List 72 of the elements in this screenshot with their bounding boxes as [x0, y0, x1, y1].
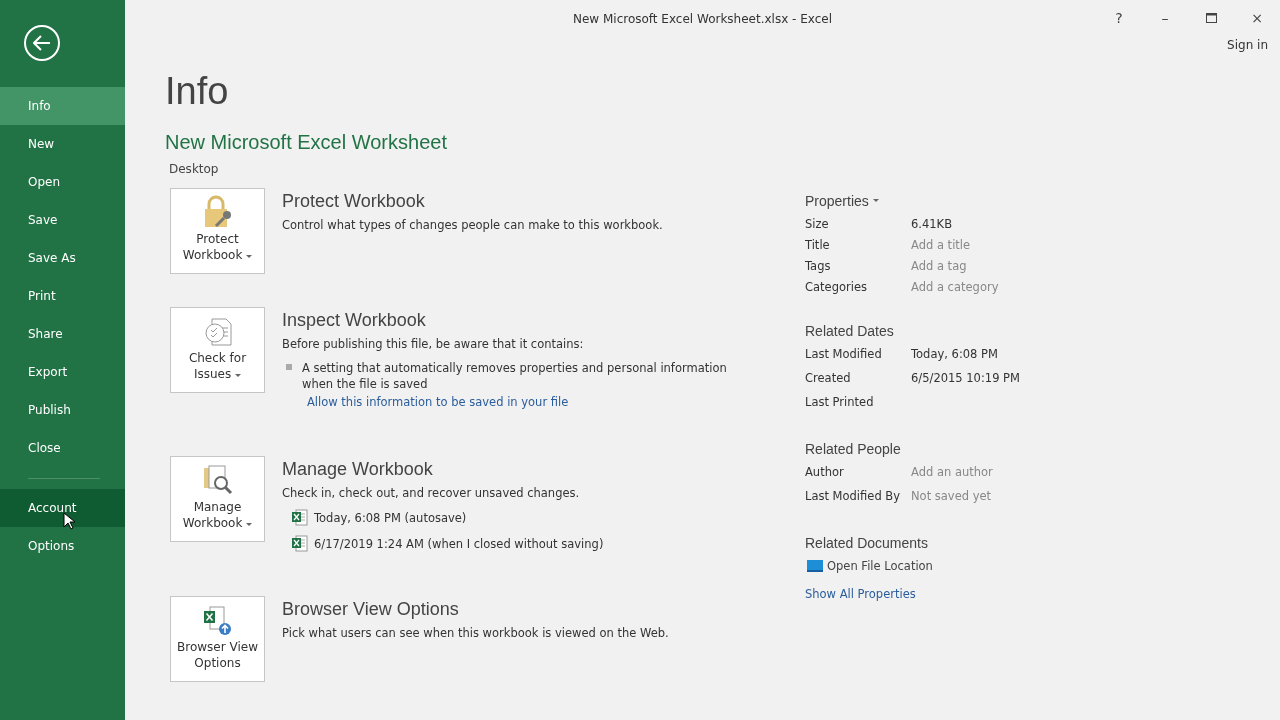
- property-label: Categories: [805, 280, 868, 294]
- spreadsheet-file-icon: [291, 535, 308, 552]
- page-title: Info: [165, 70, 230, 113]
- property-label: Last Modified: [805, 347, 883, 361]
- spreadsheet-upload-icon: [201, 605, 234, 637]
- property-label: Last Modified By: [805, 489, 902, 503]
- open-file-location-link[interactable]: Open File Location: [807, 559, 1105, 573]
- property-value: 6/5/2015 10:19 PM: [911, 371, 1021, 385]
- sidebar-item[interactable]: Export: [0, 353, 125, 391]
- section-description: Pick what users can see when this workbook is viewed on the Web.: [282, 626, 669, 640]
- mouse-cursor-icon: [63, 512, 75, 530]
- bullet-text: A setting that automatically removes properties and personal information when the file is saved: [302, 360, 728, 392]
- document-name: New Microsoft Excel Worksheet: [165, 131, 448, 154]
- dropdown-caret-icon: [872, 199, 879, 203]
- section-heading: Related Documents: [805, 535, 929, 551]
- property-label: Title: [805, 238, 831, 252]
- dropdown-caret-icon: [246, 523, 253, 527]
- sidebar-item[interactable]: Open: [0, 163, 125, 201]
- property-label: Created: [805, 371, 852, 385]
- sidebar-item[interactable]: Info: [0, 87, 125, 125]
- property-label: Tags: [805, 259, 832, 273]
- maximize-icon: [1205, 13, 1217, 23]
- version-entry[interactable]: Today, 6:08 PM (autosave): [314, 510, 467, 525]
- action-button[interactable]: Manage Workbook: [170, 456, 265, 542]
- property-value[interactable]: Add a category: [911, 280, 1105, 294]
- section-title: Inspect Workbook: [282, 310, 427, 331]
- action-button[interactable]: Protect Workbook: [170, 188, 265, 274]
- sidebar-item[interactable]: New: [0, 125, 125, 163]
- property-value[interactable]: Add a title: [911, 238, 1105, 252]
- folder-icon: [807, 560, 823, 572]
- property-value[interactable]: Add an author: [911, 465, 1105, 479]
- sidebar-item[interactable]: Close: [0, 429, 125, 467]
- property-value[interactable]: Add a tag: [911, 259, 1105, 273]
- dropdown-caret-icon: [246, 255, 253, 259]
- section-description: Before publishing this file, be aware that it contains:: [282, 337, 585, 351]
- back-arrow-icon: [33, 35, 51, 51]
- help-button[interactable]: ?: [1096, 0, 1142, 36]
- section-heading: Related Dates: [805, 323, 895, 339]
- minimize-button[interactable]: –: [1142, 0, 1188, 36]
- show-all-properties-link[interactable]: Show All Properties: [805, 587, 1105, 601]
- properties-heading[interactable]: Properties: [805, 193, 1105, 209]
- property-label: Size: [805, 217, 830, 231]
- section-description: Check in, check out, and recover unsaved changes.: [282, 486, 581, 500]
- sidebar-item[interactable]: Save: [0, 201, 125, 239]
- property-value: 6.41KB: [911, 217, 954, 231]
- back-button[interactable]: [24, 25, 60, 61]
- section-description: Control what types of changes people can make to this workbook.: [282, 218, 663, 232]
- window-title: New Microsoft Excel Worksheet.xlsx - Excel: [572, 12, 833, 26]
- bullet-icon: [286, 364, 292, 370]
- spreadsheet-file-icon: [291, 509, 308, 526]
- action-button[interactable]: Check for Issues: [170, 307, 265, 393]
- sidebar-item[interactable]: Options: [0, 527, 125, 565]
- close-button[interactable]: ×: [1234, 0, 1280, 36]
- sidebar-item[interactable]: Publish: [0, 391, 125, 429]
- action-button[interactable]: Browser View Options: [170, 596, 265, 682]
- dropdown-caret-icon: [235, 374, 242, 378]
- property-value: Today, 6:08 PM: [911, 347, 999, 361]
- section-title: Browser View Options: [282, 599, 460, 620]
- version-entry[interactable]: 6/17/2019 1:24 AM (when I closed without saving): [314, 536, 604, 551]
- property-label: Author: [805, 465, 845, 479]
- allow-link[interactable]: Allow this information to be saved in your file: [307, 395, 736, 409]
- section-heading: Related People: [805, 441, 902, 457]
- sidebar-item[interactable]: Share: [0, 315, 125, 353]
- section-title: Protect Workbook: [282, 191, 426, 212]
- property-label: Last Printed: [805, 395, 875, 409]
- document-location: Desktop: [169, 162, 220, 176]
- sign-in-link[interactable]: Sign in: [1227, 38, 1268, 52]
- property-value[interactable]: Not saved yet: [911, 489, 1105, 503]
- section-title: Manage Workbook: [282, 459, 434, 480]
- sidebar-item[interactable]: Print: [0, 277, 125, 315]
- sidebar-item[interactable]: Account: [0, 489, 125, 527]
- sidebar-item[interactable]: Save As: [0, 239, 125, 277]
